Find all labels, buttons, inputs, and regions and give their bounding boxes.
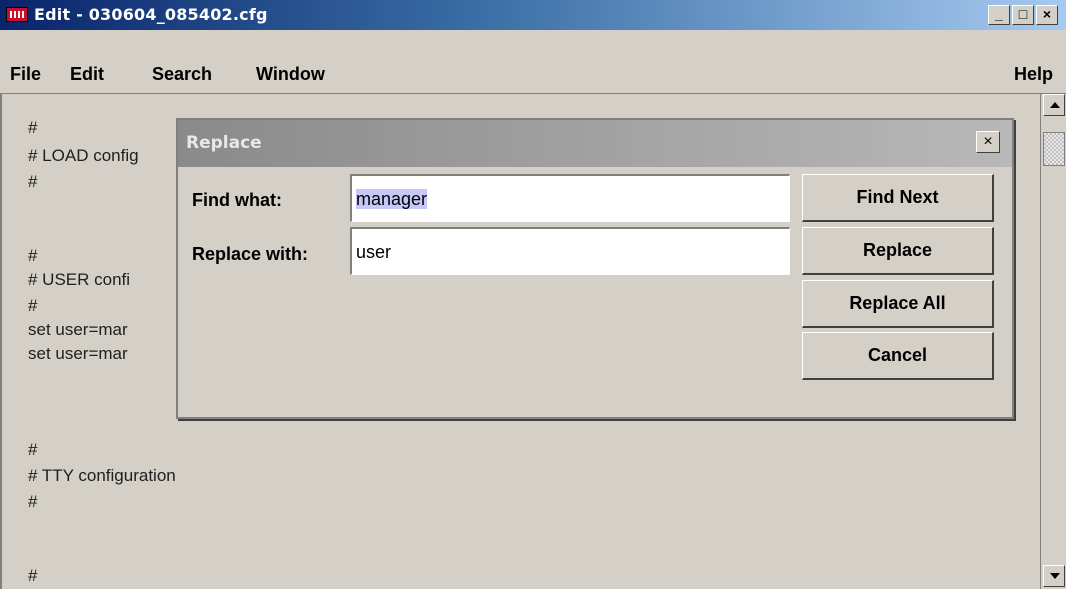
editor-line: set user=mar (28, 344, 128, 363)
menu-bar: File Edit Search Window Help (0, 30, 1066, 94)
editor-line: set user=mar (28, 320, 128, 339)
title-bar: Edit - 030604_085402.cfg _ □ × (0, 0, 1066, 30)
find-what-input[interactable]: manager (350, 174, 790, 222)
find-what-value: manager (356, 189, 428, 209)
replace-button[interactable]: Replace (802, 227, 994, 275)
scrollbar-thumb[interactable] (1043, 132, 1065, 166)
replace-dialog: Replace × Find what: manager Replace wit… (176, 118, 1014, 419)
dialog-title: Replace (186, 133, 262, 153)
menu-file-label: File (10, 64, 42, 84)
minimize-button[interactable]: _ (988, 5, 1010, 25)
close-button[interactable]: × (1036, 5, 1058, 25)
editor-line: # TTY configuration (28, 466, 176, 485)
menu-search-label: Search (152, 64, 213, 84)
menu-file[interactable]: File (10, 64, 41, 85)
menu-search[interactable]: Search (152, 64, 212, 85)
find-what-label: Find what: (192, 190, 282, 210)
editor-line: # (28, 440, 38, 459)
editor-line: # (28, 118, 38, 137)
editor-line: # (28, 296, 38, 315)
menu-window[interactable]: Window (256, 64, 325, 85)
menu-edit-label: Edit (70, 64, 104, 84)
cancel-button[interactable]: Cancel (802, 332, 994, 380)
editor-line: # USER confi (28, 270, 131, 289)
scroll-up-button[interactable] (1043, 94, 1065, 116)
replace-with-label: Replace with: (192, 244, 309, 264)
find-next-button[interactable]: Find Next (802, 174, 994, 222)
replace-all-button[interactable]: Replace All (802, 280, 994, 328)
vertical-scrollbar[interactable] (1040, 94, 1066, 589)
menu-edit[interactable]: Edit (70, 64, 104, 85)
menu-help-label: Help (1014, 64, 1054, 84)
editor-line: # (28, 566, 38, 585)
scroll-down-button[interactable] (1043, 565, 1065, 587)
dialog-close-button[interactable]: × (976, 131, 1000, 153)
menu-help[interactable]: Help (1014, 64, 1053, 85)
maximize-button[interactable]: □ (1012, 5, 1034, 25)
arrow-up-icon (1050, 102, 1060, 108)
window-title: Edit - 030604_085402.cfg (34, 5, 268, 24)
app-icon (6, 7, 28, 22)
editor-line: # (28, 246, 38, 265)
replace-with-input[interactable]: user (350, 227, 790, 275)
menu-window-label: Window (256, 64, 325, 84)
dialog-title-bar[interactable]: Replace × (178, 120, 1012, 167)
arrow-down-icon (1050, 573, 1060, 579)
editor-line: # (28, 492, 38, 511)
editor-line: # LOAD config (28, 146, 139, 165)
editor-line: # (28, 172, 38, 191)
replace-with-value: user (356, 242, 392, 262)
